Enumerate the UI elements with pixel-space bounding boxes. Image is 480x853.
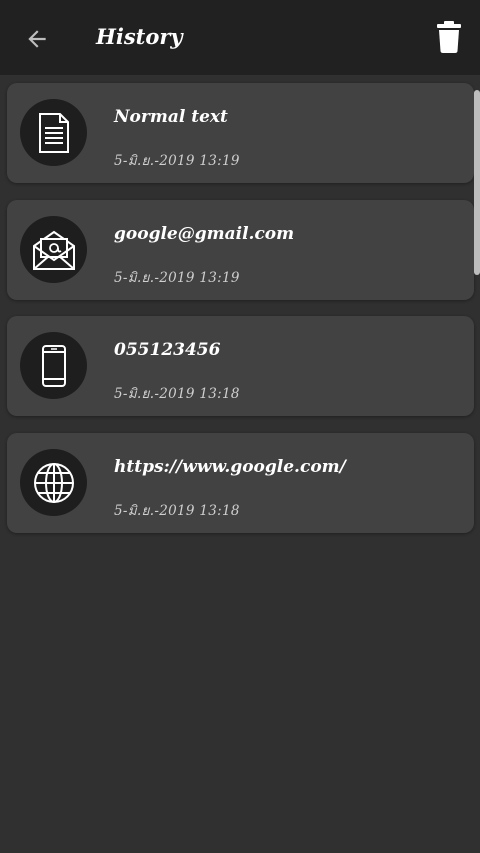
item-title: google@gmail.com — [114, 224, 295, 244]
item-icon-badge — [20, 449, 87, 516]
item-title: https://www.google.com/ — [114, 457, 346, 477]
trash-icon — [437, 21, 461, 53]
arrow-back-icon — [28, 30, 46, 48]
history-item[interactable]: 055123456 5-มิ.ย.-2019 13:18 — [7, 316, 474, 416]
item-icon-badge — [20, 216, 87, 283]
back-button[interactable] — [16, 18, 58, 60]
history-list: Normal text 5-มิ.ย.-2019 13:19 google@gm… — [0, 75, 480, 853]
app-bar: History — [0, 0, 480, 75]
item-date: 5-มิ.ย.-2019 13:19 — [114, 153, 240, 169]
phone-icon — [41, 344, 66, 387]
scrollbar[interactable] — [474, 90, 480, 275]
page-title: History — [96, 24, 183, 49]
item-icon-badge — [20, 99, 87, 166]
item-icon-badge — [20, 332, 87, 399]
history-item[interactable]: https://www.google.com/ 5-มิ.ย.-2019 13:… — [7, 433, 474, 533]
globe-icon — [33, 462, 74, 503]
history-item[interactable]: google@gmail.com 5-มิ.ย.-2019 13:19 — [7, 200, 474, 300]
item-date: 5-มิ.ย.-2019 13:18 — [114, 503, 240, 519]
delete-history-button[interactable] — [434, 16, 464, 58]
item-title: Normal text — [114, 107, 228, 127]
history-item[interactable]: Normal text 5-มิ.ย.-2019 13:19 — [7, 83, 474, 183]
item-date: 5-มิ.ย.-2019 13:19 — [114, 270, 240, 286]
item-title: 055123456 — [114, 340, 221, 360]
item-date: 5-มิ.ย.-2019 13:18 — [114, 386, 240, 402]
document-icon — [38, 112, 69, 153]
email-icon — [32, 230, 75, 270]
